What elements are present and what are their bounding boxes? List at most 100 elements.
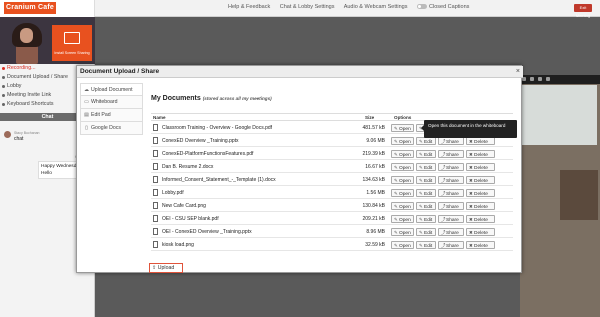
lobby-icon: [2, 85, 5, 88]
file-icon: [153, 215, 158, 222]
remote-video: [520, 75, 600, 317]
edit-button[interactable]: ✎Edit: [416, 202, 436, 210]
screen-share-icon: [64, 32, 80, 44]
tool-icon[interactable]: [530, 77, 534, 81]
edit-button[interactable]: ✎Edit: [416, 228, 436, 236]
file-icon: [153, 189, 158, 196]
file-icon: [153, 163, 158, 170]
column-size: Size: [365, 115, 375, 120]
delete-button[interactable]: ✖Delete: [466, 176, 495, 184]
tool-icon[interactable]: [546, 77, 550, 81]
delete-button[interactable]: ✖Delete: [466, 215, 495, 223]
document-upload-dialog: Document Upload / Share × ☁ Upload Docume…: [76, 65, 523, 273]
page-subtitle: (stored across all my meetings): [202, 96, 272, 101]
file-name: Dan B. Resume 2.docx: [162, 164, 214, 170]
self-video: Install Screen Sharing: [0, 17, 95, 64]
file-name: Classroom Training - Overview - Google D…: [162, 125, 273, 131]
table-row: ConexED-PlatformFunctionsFeatures.pdf 219…: [151, 148, 513, 160]
closed-captions-toggle[interactable]: [417, 4, 428, 10]
file-icon: [153, 150, 158, 157]
tab-whiteboard[interactable]: ▭ Whiteboard: [80, 96, 143, 109]
share-button[interactable]: ⤴Share: [438, 150, 464, 158]
share-button[interactable]: ⤴Share: [438, 228, 464, 236]
top-links: Help & Feedback Chat & Lobby Settings Au…: [228, 4, 477, 10]
open-button[interactable]: ✎Open: [391, 137, 414, 145]
share-button[interactable]: ⤴Share: [438, 241, 464, 249]
delete-button[interactable]: ✖Delete: [466, 163, 495, 171]
table-row: OEI - CSU SEP blank.pdf 209.21 kB ✎Open ✎Ed…: [151, 213, 513, 225]
share-button[interactable]: ⤴Share: [438, 202, 464, 210]
exit-meeting-button[interactable]: Exit Meeting: [574, 4, 592, 18]
file-name: ConexED-PlatformFunctionsFeatures.pdf: [162, 151, 254, 157]
file-size: 16.67 kB: [365, 164, 385, 170]
table-row: kiosk load.png 32.59 kB ✎Open ✎Edit ⤴Share ✖D…: [151, 239, 513, 251]
page-title: My Documents (stored across all my meeti…: [151, 95, 272, 102]
edit-button[interactable]: ✎Edit: [416, 241, 436, 249]
share-button[interactable]: ⤴Share: [438, 215, 464, 223]
edit-pad-icon: ▤: [84, 112, 89, 118]
record-icon: [2, 67, 5, 70]
brand-area: Cranium Cafe: [0, 0, 95, 17]
file-icon: [153, 202, 158, 209]
open-button[interactable]: ✎Open: [391, 228, 414, 236]
tab-upload-document[interactable]: ☁ Upload Document: [80, 83, 143, 96]
screen-share-tile[interactable]: Install Screen Sharing: [52, 25, 92, 61]
upload-button[interactable]: ⇪ Upload: [149, 263, 183, 273]
link-icon: [2, 94, 5, 97]
close-icon[interactable]: ×: [516, 66, 520, 78]
delete-button[interactable]: ✖Delete: [466, 137, 495, 145]
file-name: ConexED Overview _Training.pptx: [162, 138, 239, 144]
file-icon: [153, 176, 158, 183]
closed-captions-label: Closed Captions: [429, 4, 470, 10]
share-button[interactable]: ⤴Share: [438, 176, 464, 184]
tool-icon[interactable]: [538, 77, 542, 81]
tab-google-docs[interactable]: ▯ Google Docs: [80, 122, 143, 135]
avatar: [4, 131, 11, 138]
file-icon: [153, 137, 158, 144]
delete-button[interactable]: ✖Delete: [466, 228, 495, 236]
document-icon: [2, 76, 5, 79]
file-name: Lobby.pdf: [162, 190, 184, 196]
share-button[interactable]: ⤴Share: [438, 163, 464, 171]
file-size: 32.59 kB: [365, 242, 385, 248]
dialog-header: Document Upload / Share ×: [77, 66, 523, 78]
open-button[interactable]: ✎Open: [391, 163, 414, 171]
audio-webcam-settings-link[interactable]: Audio & Webcam Settings: [344, 4, 408, 10]
open-button[interactable]: ✎Open: [391, 215, 414, 223]
file-size: 8.96 MB: [366, 229, 385, 235]
open-button[interactable]: ✎Open: [391, 150, 414, 158]
file-size: 219.39 kB: [362, 151, 385, 157]
column-name: Name: [153, 115, 166, 120]
chat-sender: Stacy Buchanan: [14, 131, 40, 135]
delete-button[interactable]: ✖Delete: [466, 189, 495, 197]
edit-button[interactable]: ✎Edit: [416, 189, 436, 197]
screen-share-label: Install Screen Sharing: [54, 51, 90, 55]
share-button[interactable]: ⤴Share: [438, 189, 464, 197]
delete-button[interactable]: ✖Delete: [466, 202, 495, 210]
edit-button[interactable]: ✎Edit: [416, 163, 436, 171]
delete-button[interactable]: ✖Delete: [466, 150, 495, 158]
table-row: Informed_Consent_Statement_-_Template (1…: [151, 174, 513, 186]
open-button[interactable]: ✎Open: [391, 202, 414, 210]
table-row: OEI - ConexED Overview _Training.pptx 8.9…: [151, 226, 513, 238]
background-shelf: [560, 170, 598, 220]
delete-button[interactable]: ✖Delete: [466, 241, 495, 249]
open-button[interactable]: ✎Open: [391, 241, 414, 249]
help-feedback-link[interactable]: Help & Feedback: [228, 4, 270, 10]
table-row: Lobby.pdf 1.56 MB ✎Open ✎Edit ⤴Share ✖Delete: [151, 187, 513, 199]
edit-button[interactable]: ✎Edit: [416, 137, 436, 145]
chat-lobby-settings-link[interactable]: Chat & Lobby Settings: [280, 4, 335, 10]
edit-button[interactable]: ✎Edit: [416, 176, 436, 184]
open-button[interactable]: ✎Open: [391, 124, 414, 132]
share-button[interactable]: ⤴Share: [438, 137, 464, 145]
open-button[interactable]: ✎Open: [391, 176, 414, 184]
dialog-title: Document Upload / Share: [80, 68, 160, 75]
open-tooltip: Open this document in the whiteboard: [421, 120, 517, 138]
open-button[interactable]: ✎Open: [391, 189, 414, 197]
edit-button[interactable]: ✎Edit: [416, 215, 436, 223]
edit-button[interactable]: ✎Edit: [416, 150, 436, 158]
file-name: OEI - ConexED Overview _Training.pptx: [162, 229, 252, 235]
top-bar: Cranium Cafe Help & Feedback Chat & Lobb…: [0, 0, 600, 18]
tab-edit-pad[interactable]: ▤ Edit Pad: [80, 109, 143, 122]
app-logo: Cranium Cafe: [4, 2, 56, 14]
